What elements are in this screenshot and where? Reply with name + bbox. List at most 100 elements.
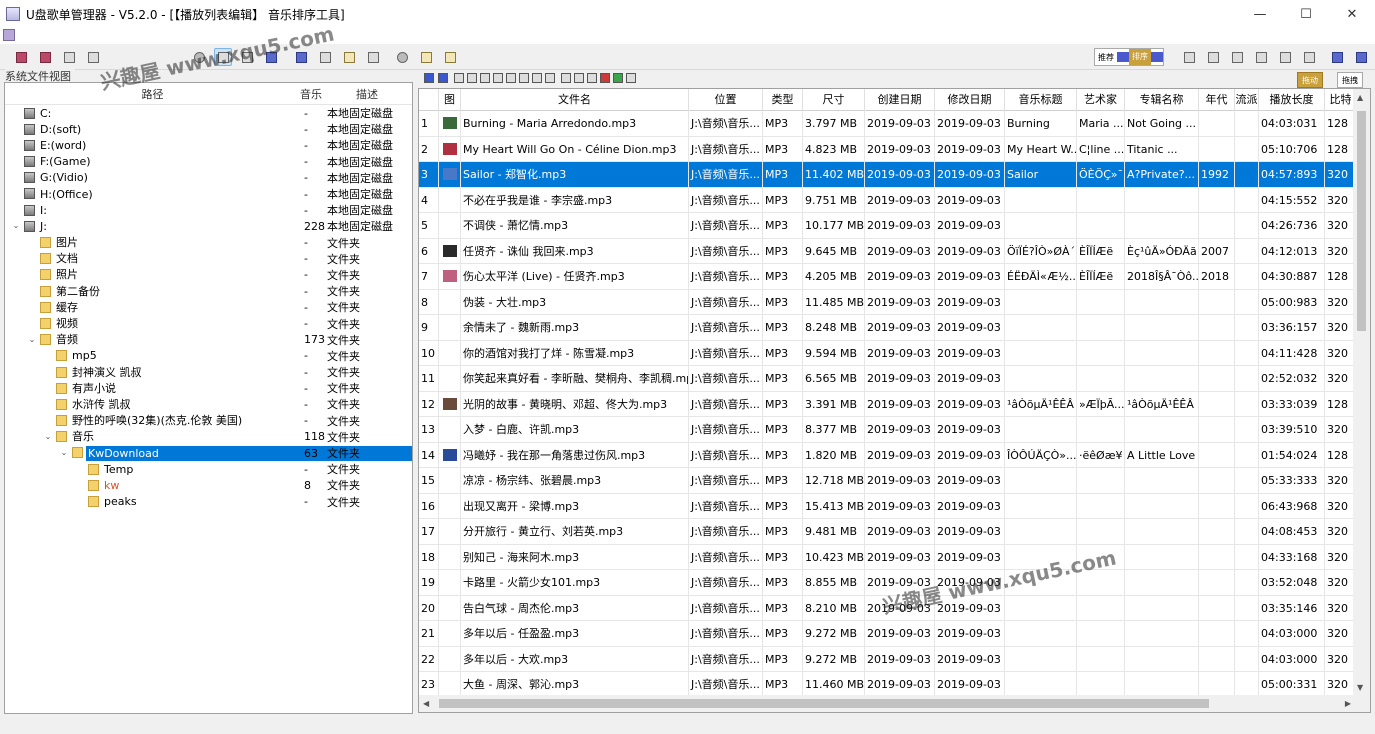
toolbar-new-icon[interactable]: [12, 48, 30, 66]
grid-tool-12-icon[interactable]: [574, 73, 584, 83]
column-header[interactable]: 流派: [1235, 89, 1259, 111]
grid-tool-3-icon[interactable]: [454, 73, 464, 83]
table-row[interactable]: 13 入梦 - 白鹿、许凯.mp3 J:\音频\音乐... MP3 8.377 MB 20…: [419, 417, 1357, 443]
drag-button[interactable]: 拖动: [1297, 72, 1323, 88]
grid-tool-10-icon[interactable]: [545, 73, 555, 83]
table-row[interactable]: 15 凉凉 - 杨宗纬、张碧晨.mp3 J:\音频\音乐... MP3 12.718 M…: [419, 468, 1357, 494]
toolbar-tool1-icon[interactable]: [1180, 48, 1198, 66]
table-row[interactable]: 5 不调侠 - 萧忆情.mp3 J:\音频\音乐... MP3 10.177 MB 201…: [419, 213, 1357, 239]
column-header[interactable]: 尺寸: [803, 89, 865, 111]
tree-row[interactable]: 封神演义 凯叔 - 文件夹: [5, 364, 412, 380]
expand-chevron-icon[interactable]: ⌄: [43, 432, 53, 442]
settings-gear-icon[interactable]: [393, 48, 411, 66]
column-header[interactable]: 艺术家: [1077, 89, 1125, 111]
toolbar-panel-icon[interactable]: [340, 48, 358, 66]
tree-row[interactable]: E:(word) - 本地固定磁盘: [5, 137, 412, 153]
tree-row[interactable]: 照片 - 文件夹: [5, 267, 412, 283]
tree-header-desc[interactable]: 描述: [322, 83, 412, 104]
column-header[interactable]: 文件名: [461, 89, 689, 111]
column-header[interactable]: 创建日期: [865, 89, 935, 111]
table-row[interactable]: 21 多年以后 - 任盈盈.mp3 J:\音频\音乐... MP3 9.272 MB 20…: [419, 621, 1357, 647]
tree-row[interactable]: 有声小说 - 文件夹: [5, 380, 412, 396]
grid-tool-14-icon[interactable]: [600, 73, 610, 83]
tree-row[interactable]: 野性的呼唤(32集)(杰克.伦敦 美国) - 文件夹: [5, 413, 412, 429]
toolbar-tool8-icon[interactable]: [1352, 48, 1370, 66]
grid-tool-8-icon[interactable]: [519, 73, 529, 83]
minimize-button[interactable]: —: [1237, 0, 1283, 28]
grid-tool-9-icon[interactable]: [532, 73, 542, 83]
toolbar-delete-icon[interactable]: [84, 48, 102, 66]
tree-row[interactable]: ⌄ KwDownload 63 文件夹: [5, 445, 412, 461]
tree-row[interactable]: F:(Game) - 本地固定磁盘: [5, 154, 412, 170]
grid-tool-4-icon[interactable]: [467, 73, 477, 83]
toolbar-tool6-icon[interactable]: [1300, 48, 1318, 66]
tree-row[interactable]: peaks - 文件夹: [5, 494, 412, 510]
table-row[interactable]: 8 伪装 - 大壮.mp3 J:\音频\音乐... MP3 11.485 MB 2019-…: [419, 289, 1357, 315]
drag-alt-button[interactable]: 拖拽: [1337, 72, 1363, 88]
grid-tool-1-icon[interactable]: [424, 73, 434, 83]
table-row[interactable]: 16 出现又离开 - 梁博.mp3 J:\音频\音乐... MP3 15.413 MB 2…: [419, 493, 1357, 519]
column-header[interactable]: 类型: [763, 89, 803, 111]
tree-row[interactable]: 第二备份 - 文件夹: [5, 283, 412, 299]
tree-row[interactable]: ⌄ J: 228 本地固定磁盘: [5, 218, 412, 234]
column-header[interactable]: 图: [439, 89, 461, 111]
table-row[interactable]: 23 大鱼 - 周深、郭沁.mp3 J:\音频\音乐... MP3 11.460 MB 2…: [419, 672, 1357, 698]
grid-tool-7-icon[interactable]: [506, 73, 516, 83]
horizontal-scrollbar[interactable]: ◀ ▶: [419, 695, 1355, 712]
toolbar-tool5-icon[interactable]: [1276, 48, 1294, 66]
menu-icon[interactable]: [3, 29, 15, 41]
tree-row[interactable]: 视频 - 文件夹: [5, 315, 412, 331]
column-header[interactable]: [419, 89, 439, 111]
scroll-up-icon[interactable]: ▲: [1357, 93, 1363, 102]
tab-recommend[interactable]: 推荐: [1095, 52, 1117, 63]
toolbar-info-icon[interactable]: [441, 48, 459, 66]
grid-tool-5-icon[interactable]: [480, 73, 490, 83]
table-row[interactable]: 9 余情未了 - 魏新雨.mp3 J:\音频\音乐... MP3 8.248 MB 201…: [419, 315, 1357, 341]
table-row[interactable]: 3 Sailor - 郑智化.mp3 J:\音频\音乐... MP3 11.402 MB…: [419, 162, 1357, 188]
scroll-right-icon[interactable]: ▶: [1345, 699, 1351, 708]
tree-row[interactable]: I: - 本地固定磁盘: [5, 202, 412, 218]
table-row[interactable]: 14 冯曦妤 - 我在那一角落患过伤风.mp3 J:\音频\音乐... MP3 1.82…: [419, 442, 1357, 468]
tree-row[interactable]: 图片 - 文件夹: [5, 235, 412, 251]
grid-tool-15-icon[interactable]: [613, 73, 623, 83]
table-row[interactable]: 2 My Heart Will Go On - Céline Dion.mp3 J:…: [419, 136, 1357, 162]
maximize-button[interactable]: ☐: [1283, 0, 1329, 28]
scroll-left-icon[interactable]: ◀: [423, 699, 429, 708]
tree-row[interactable]: 文档 - 文件夹: [5, 251, 412, 267]
tree-row[interactable]: ⌄ 音乐 118 文件夹: [5, 429, 412, 445]
tree-row[interactable]: D:(soft) - 本地固定磁盘: [5, 121, 412, 137]
column-header[interactable]: 音乐标题: [1005, 89, 1077, 111]
toolbar-chart-icon[interactable]: [364, 48, 382, 66]
horizontal-scroll-thumb[interactable]: [439, 699, 1209, 708]
tree-row[interactable]: kw 8 文件夹: [5, 477, 412, 493]
table-row[interactable]: 11 你笑起来真好看 - 李昕融、樊桐舟、李凯稠.mp3 J:\音频\音乐... MP…: [419, 366, 1357, 392]
toolbar-tool3-icon[interactable]: [1228, 48, 1246, 66]
column-header[interactable]: 位置: [689, 89, 763, 111]
toolbar-open-icon[interactable]: [36, 48, 54, 66]
table-row[interactable]: 18 别知己 - 海来阿木.mp3 J:\音频\音乐... MP3 10.423 MB 2…: [419, 544, 1357, 570]
tree-row[interactable]: G:(Vidio) - 本地固定磁盘: [5, 170, 412, 186]
tree-row[interactable]: 水浒传 凯叔 - 文件夹: [5, 396, 412, 412]
mode-switch[interactable]: 推荐 排序: [1094, 48, 1164, 66]
toolbar-tool7-icon[interactable]: [1328, 48, 1346, 66]
grid-tool-11-icon[interactable]: [561, 73, 571, 83]
table-row[interactable]: 4 不必在乎我是谁 - 李宗盛.mp3 J:\音频\音乐... MP3 9.751 MB…: [419, 187, 1357, 213]
expand-chevron-icon[interactable]: ⌄: [11, 221, 21, 231]
table-row[interactable]: 12 光阴的故事 - 黄晓明、邓超、佟大为.mp3 J:\音频\音乐... MP3 3.…: [419, 391, 1357, 417]
column-header[interactable]: 修改日期: [935, 89, 1005, 111]
table-row[interactable]: 6 任贤齐 - 诛仙 我回来.mp3 J:\音频\音乐... MP3 9.645 MB 2…: [419, 238, 1357, 264]
scroll-down-icon[interactable]: ▼: [1357, 683, 1363, 692]
toolbar-note-icon[interactable]: [417, 48, 435, 66]
toolbar-tool2-icon[interactable]: [1204, 48, 1222, 66]
tree-row[interactable]: ⌄ 音频 173 文件夹: [5, 332, 412, 348]
tree-row[interactable]: 缓存 - 文件夹: [5, 299, 412, 315]
grid-tool-6-icon[interactable]: [493, 73, 503, 83]
table-row[interactable]: 17 分开旅行 - 黄立行、刘若英.mp3 J:\音频\音乐... MP3 9.481 …: [419, 519, 1357, 545]
column-header[interactable]: 播放长度: [1259, 89, 1325, 111]
toolbar-edit-icon[interactable]: [60, 48, 78, 66]
tree-header-music[interactable]: 音乐: [300, 83, 322, 104]
toolbar-tool4-icon[interactable]: [1252, 48, 1270, 66]
table-row[interactable]: 1 Burning - Maria Arredondo.mp3 J:\音频\音乐..…: [419, 111, 1357, 137]
tree-row[interactable]: C: - 本地固定磁盘: [5, 105, 412, 121]
grid-tool-2-icon[interactable]: [438, 73, 448, 83]
